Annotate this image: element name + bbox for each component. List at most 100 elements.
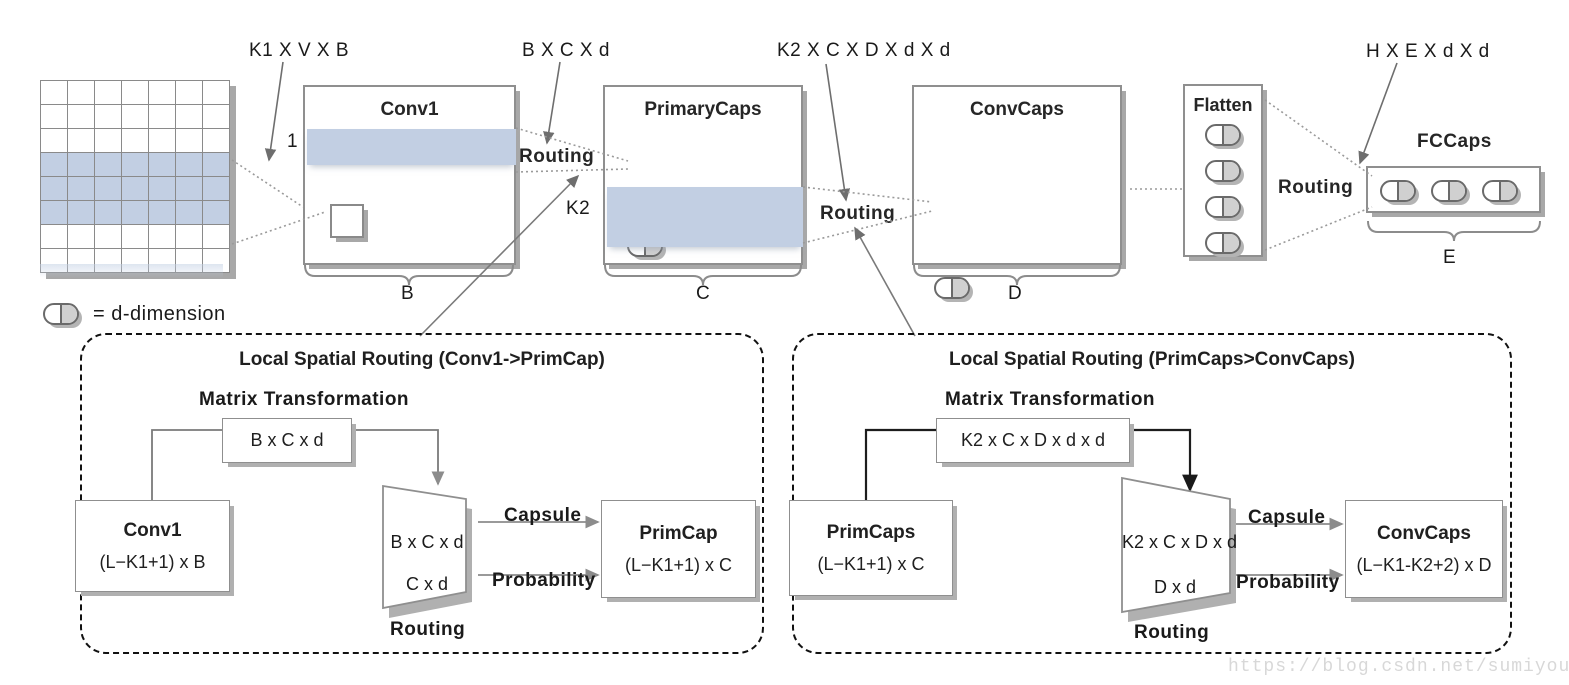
capsule-icon-flatten-1 [1205, 124, 1241, 146]
routing-label-2: Routing [820, 203, 896, 224]
panel-1-source-box: Conv1 (L−K1+1) x B [75, 500, 230, 592]
flatten-title: Flatten [1193, 95, 1253, 115]
capsule-icon-fccaps-2 [1431, 180, 1467, 202]
input-grid-cell [148, 152, 176, 177]
panel-1-matrix-value: B x C x d [250, 430, 324, 450]
routing-label-3: Routing [1278, 177, 1354, 198]
flatten-box: Flatten [1183, 84, 1263, 257]
input-grid-row [40, 80, 230, 105]
input-grid-cell [202, 128, 230, 153]
input-grid-row [40, 224, 230, 249]
panel-2-source-box: PrimCaps (L−K1+1) x C [789, 500, 953, 596]
conv1-title: Conv1 [380, 99, 439, 120]
input-grid-cell [94, 248, 122, 273]
panel-2-target-box: ConvCaps (L−K1-K2+2) x D [1345, 500, 1503, 598]
panel-conv1-primcap: Local Spatial Routing (Conv1->PrimCap) [80, 333, 764, 654]
panel-1-target-box: PrimCap (L−K1+1) x C [601, 500, 756, 598]
input-grid-cell [148, 128, 176, 153]
panel-1-target-title: PrimCap [639, 522, 718, 544]
panel-2-routing-out: D x d [1153, 577, 1196, 597]
input-grid-cell [148, 224, 176, 249]
primarycaps-side-label: K2 [566, 198, 591, 219]
input-grid-cell [121, 224, 149, 249]
panel-2-target-title: ConvCaps [1377, 522, 1471, 544]
input-grid-cell [202, 152, 230, 177]
panel-1-title: Local Spatial Routing (Conv1->PrimCap) [239, 349, 605, 370]
watermark: https://blog.csdn.net/sumiyou8385 [1228, 657, 1569, 677]
input-grid-cell [40, 80, 68, 105]
input-grid-cell [202, 248, 230, 273]
panel-1-source-title: Conv1 [123, 519, 182, 541]
input-grid-cell [202, 200, 230, 225]
input-grid-cell [121, 248, 149, 273]
input-grid-cell [175, 200, 203, 225]
input-grid-cell [94, 128, 122, 153]
input-grid-cell [40, 176, 68, 201]
panel-2-edge-capsule: Capsule [1248, 507, 1326, 528]
panel-2-source-shape: (L−K1+1) x C [817, 553, 925, 574]
capsule-icon-legend [43, 303, 79, 325]
conv1-brace-label: B [401, 283, 415, 304]
fccaps-box [1366, 166, 1541, 213]
input-grid-cell [175, 176, 203, 201]
input-grid-cell [175, 224, 203, 249]
capsule-icon-flatten-2 [1205, 160, 1241, 182]
input-grid-cell [94, 200, 122, 225]
panel-1-target-shape: (L−K1+1) x C [624, 554, 733, 575]
input-grid-cell [202, 224, 230, 249]
input-grid-cell [67, 80, 95, 105]
input-grid-cell [121, 128, 149, 153]
panel-2-source-title: PrimCaps [826, 521, 916, 543]
input-grid-cell [40, 104, 68, 129]
input-grid-cell [202, 80, 230, 105]
input-grid-cell [40, 224, 68, 249]
label-conv1-kernel: K1 X V X B [249, 40, 350, 61]
input-grid-cell [121, 152, 149, 177]
input-grid-cell [175, 80, 203, 105]
conv1-side-label: 1 [287, 131, 299, 152]
panel-2-matrix-value: K2 x C x D x d x d [960, 430, 1106, 450]
routing-label-1: Routing [519, 146, 595, 167]
capsule-icon-flatten-3 [1205, 196, 1241, 218]
input-grid-cell [94, 104, 122, 129]
input-grid-row [40, 104, 230, 129]
input-grid-row [40, 152, 230, 177]
label-primarycaps-kernel: B X C X d [522, 40, 610, 61]
input-grid-table [40, 80, 230, 273]
diagram-canvas: K1 X V X B B X C X d K2 X C X D X d X d … [0, 0, 1569, 685]
primarycaps-brace-label: C [696, 283, 711, 304]
input-grid-cell [202, 104, 230, 129]
panel-2-target-shape: (L−K1-K2+2) x D [1356, 554, 1492, 575]
panel-1-edge-capsule: Capsule [504, 505, 582, 526]
panel-2-matrix-title: Matrix Transformation [945, 389, 1156, 410]
input-grid-row [40, 200, 230, 225]
primarycaps-title: PrimaryCaps [644, 99, 762, 120]
panel-2-title: Local Spatial Routing (PrimCaps>ConvCaps… [949, 349, 1355, 370]
capsule-icon-flatten-4 [1205, 232, 1241, 254]
input-grid-cell [94, 152, 122, 177]
panel-1-routing-in: B x C x d [390, 532, 464, 552]
input-grid-cell [40, 152, 68, 177]
input-grid-cell [175, 104, 203, 129]
panel-1-routing-caption: Routing [390, 619, 466, 640]
panel-2-edge-probability: Probability [1236, 572, 1340, 593]
input-grid-cell [67, 176, 95, 201]
input-grid-cell [148, 200, 176, 225]
conv1-receptive-field-square [330, 204, 364, 238]
convcaps-title: ConvCaps [970, 99, 1064, 120]
input-grid-cell [121, 176, 149, 201]
input-grid-row [40, 128, 230, 153]
convcaps-box: ConvCaps [912, 85, 1122, 299]
input-grid-cell [148, 80, 176, 105]
input-grid-cell [67, 224, 95, 249]
input-grid-cell [148, 104, 176, 129]
panel-1-matrix-box: B x C x d [222, 418, 352, 463]
legend-text: = d-dimension [93, 303, 226, 325]
conv1-highlight-band [307, 129, 516, 165]
input-grid-cell [40, 248, 68, 273]
input-grid-cell [121, 80, 149, 105]
input-grid-cell [175, 128, 203, 153]
panel-1-source-shape: (L−K1+1) x B [99, 551, 206, 572]
panel-2-routing-caption: Routing [1134, 622, 1210, 643]
input-grid-cell [175, 248, 203, 273]
